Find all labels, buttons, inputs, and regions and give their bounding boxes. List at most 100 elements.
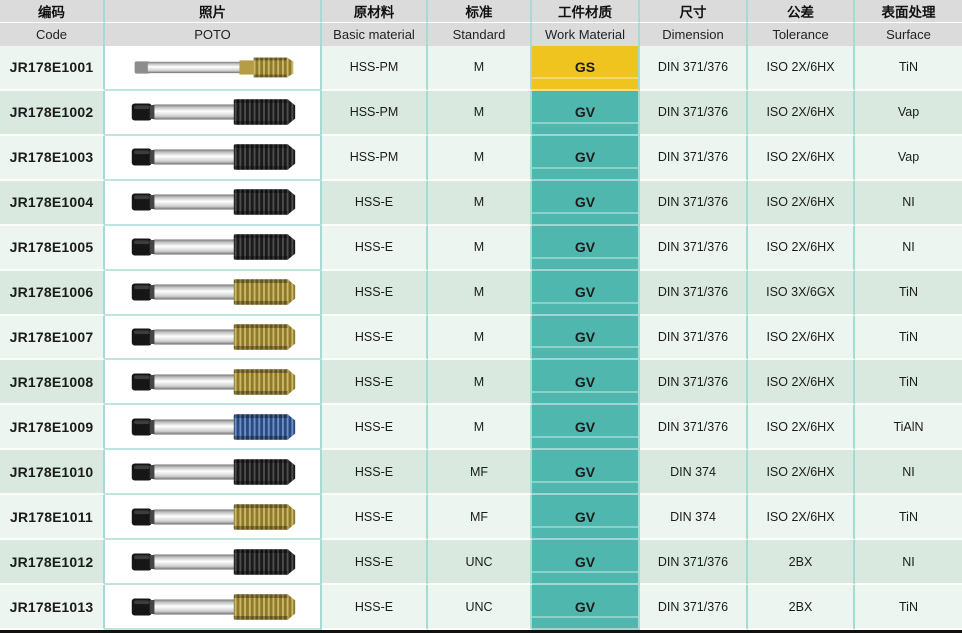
header-standard-en: Standard xyxy=(428,23,532,46)
surface-cell: TiN xyxy=(855,46,962,91)
tolerance-cell: ISO 2X/6HX xyxy=(748,405,855,450)
photo-cell xyxy=(105,316,322,361)
standard-cell: M xyxy=(428,226,532,271)
table-row: JR178E1010HSS-EMFGVDIN 374ISO 2X/6HXNI xyxy=(0,450,962,495)
tolerance-cell: ISO 2X/6HX xyxy=(748,495,855,540)
basic-material-cell: HSS-E xyxy=(322,271,428,316)
basic-material-cell: HSS-E xyxy=(322,405,428,450)
work-material-cell: GS xyxy=(532,46,640,91)
tap-photo xyxy=(128,453,298,491)
photo-cell xyxy=(105,540,322,585)
basic-material-cell: HSS-PM xyxy=(322,136,428,181)
tap-photo xyxy=(128,228,298,266)
basic-material-cell: HSS-E xyxy=(322,360,428,405)
work-material-cell: GV xyxy=(532,405,640,450)
dimension-cell: DIN 374 xyxy=(640,495,748,540)
dimension-cell: DIN 374 xyxy=(640,450,748,495)
header-code-en: Code xyxy=(0,23,105,46)
tap-photo xyxy=(128,588,298,626)
standard-cell: M xyxy=(428,91,532,136)
photo-cell xyxy=(105,271,322,316)
standard-cell: UNC xyxy=(428,540,532,585)
photo-cell xyxy=(105,181,322,226)
basic-material-cell: HSS-E xyxy=(322,316,428,361)
code-cell: JR178E1005 xyxy=(0,226,105,271)
dimension-cell: DIN 371/376 xyxy=(640,46,748,91)
tolerance-cell: ISO 2X/6HX xyxy=(748,360,855,405)
tap-photo xyxy=(128,363,298,401)
photo-cell xyxy=(105,360,322,405)
header-dimension-en: Dimension xyxy=(640,23,748,46)
code-cell: JR178E1008 xyxy=(0,360,105,405)
surface-cell: NI xyxy=(855,540,962,585)
standard-cell: UNC xyxy=(428,585,532,630)
tolerance-cell: ISO 2X/6HX xyxy=(748,181,855,226)
surface-cell: TiN xyxy=(855,360,962,405)
standard-cell: M xyxy=(428,271,532,316)
work-material-cell: GV xyxy=(532,91,640,136)
table-row: JR178E1002HSS-PMMGVDIN 371/376ISO 2X/6HX… xyxy=(0,91,962,136)
dimension-cell: DIN 371/376 xyxy=(640,316,748,361)
header-photo-zh: 照片 xyxy=(105,0,322,23)
surface-cell: TiN xyxy=(855,316,962,361)
work-material-cell: GV xyxy=(532,495,640,540)
surface-cell: Vap xyxy=(855,136,962,181)
basic-material-cell: HSS-PM xyxy=(322,91,428,136)
header-row-en: Code POTO Basic material Standard Work M… xyxy=(0,23,962,46)
work-material-cell: GV xyxy=(532,585,640,630)
tolerance-cell: ISO 3X/6GX xyxy=(748,271,855,316)
code-cell: JR178E1006 xyxy=(0,271,105,316)
standard-cell: MF xyxy=(428,495,532,540)
standard-cell: M xyxy=(428,316,532,361)
tap-photo xyxy=(128,318,298,356)
surface-cell: TiN xyxy=(855,585,962,630)
basic-material-cell: HSS-E xyxy=(322,450,428,495)
basic-material-cell: HSS-E xyxy=(322,495,428,540)
standard-cell: M xyxy=(428,405,532,450)
basic-material-cell: HSS-E xyxy=(322,226,428,271)
surface-cell: NI xyxy=(855,226,962,271)
dimension-cell: DIN 371/376 xyxy=(640,271,748,316)
code-cell: JR178E1002 xyxy=(0,91,105,136)
tap-photo xyxy=(128,48,298,86)
code-cell: JR178E1013 xyxy=(0,585,105,630)
dimension-cell: DIN 371/376 xyxy=(640,181,748,226)
work-material-cell: GV xyxy=(532,271,640,316)
tap-photo xyxy=(128,93,298,131)
tolerance-cell: ISO 2X/6HX xyxy=(748,226,855,271)
photo-cell xyxy=(105,91,322,136)
table-row: JR178E1007HSS-EMGVDIN 371/376ISO 2X/6HXT… xyxy=(0,316,962,361)
photo-cell xyxy=(105,585,322,630)
tolerance-cell: ISO 2X/6HX xyxy=(748,91,855,136)
header-basic-material-en: Basic material xyxy=(322,23,428,46)
header-basic-material-zh: 原材料 xyxy=(322,0,428,23)
table-body: JR178E1001HSS-PMMGSDIN 371/376ISO 2X/6HX… xyxy=(0,46,962,630)
photo-cell xyxy=(105,495,322,540)
tap-photo xyxy=(128,138,298,176)
header-surface-en: Surface xyxy=(855,23,962,46)
photo-cell xyxy=(105,450,322,495)
tolerance-cell: ISO 2X/6HX xyxy=(748,46,855,91)
table-row: JR178E1011HSS-EMFGVDIN 374ISO 2X/6HXTiN xyxy=(0,495,962,540)
header-tolerance-en: Tolerance xyxy=(748,23,855,46)
code-cell: JR178E1012 xyxy=(0,540,105,585)
catalog-table: 编码 照片 原材料 标准 工件材质 尺寸 公差 表面处理 Code POTO B… xyxy=(0,0,962,633)
table-row: JR178E1005HSS-EMGVDIN 371/376ISO 2X/6HXN… xyxy=(0,226,962,271)
standard-cell: M xyxy=(428,136,532,181)
code-cell: JR178E1010 xyxy=(0,450,105,495)
basic-material-cell: HSS-E xyxy=(322,540,428,585)
standard-cell: M xyxy=(428,181,532,226)
work-material-cell: GV xyxy=(532,181,640,226)
code-cell: JR178E1011 xyxy=(0,495,105,540)
tolerance-cell: ISO 2X/6HX xyxy=(748,136,855,181)
tolerance-cell: 2BX xyxy=(748,540,855,585)
work-material-cell: GV xyxy=(532,226,640,271)
standard-cell: M xyxy=(428,360,532,405)
dimension-cell: DIN 371/376 xyxy=(640,585,748,630)
tolerance-cell: 2BX xyxy=(748,585,855,630)
header-standard-zh: 标准 xyxy=(428,0,532,23)
tolerance-cell: ISO 2X/6HX xyxy=(748,450,855,495)
code-cell: JR178E1001 xyxy=(0,46,105,91)
table-row: JR178E1001HSS-PMMGSDIN 371/376ISO 2X/6HX… xyxy=(0,46,962,91)
surface-cell: TiN xyxy=(855,271,962,316)
